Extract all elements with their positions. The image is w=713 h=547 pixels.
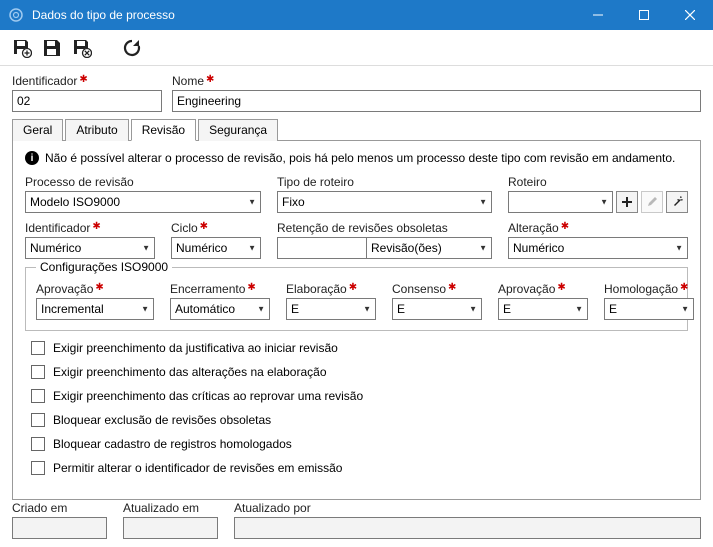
tab-panel-revisao: i Não é possível alterar o processo de r… — [12, 140, 701, 500]
tab-atributo[interactable]: Atributo — [65, 119, 128, 141]
required-icon: ✱ — [95, 282, 103, 293]
check-criticas[interactable] — [31, 389, 45, 403]
alteracao-select[interactable] — [508, 237, 688, 259]
roteiro-edit-button — [641, 191, 663, 213]
identificador-input[interactable] — [12, 90, 162, 112]
check-justificativa-label: Exigir preenchimento da justificativa ao… — [53, 341, 338, 355]
iso-consenso-select[interactable] — [392, 298, 482, 320]
processo-select[interactable] — [25, 191, 261, 213]
roteiro-add-button[interactable] — [616, 191, 638, 213]
atualizado-em-label: Atualizado em — [123, 501, 199, 515]
required-icon: ✱ — [206, 74, 214, 85]
identificador2-select[interactable] — [25, 237, 155, 259]
required-icon: ✱ — [92, 221, 100, 232]
maximize-button[interactable] — [621, 0, 667, 30]
app-icon — [8, 7, 24, 23]
iso-aprovacao2-label: Aprovação — [498, 282, 555, 296]
atualizado-por-input — [234, 517, 701, 539]
nome-label: Nome — [172, 74, 204, 88]
retencao-unit-select[interactable] — [367, 237, 492, 259]
tab-seguranca[interactable]: Segurança — [198, 119, 278, 141]
identificador-label: Identificador — [12, 74, 77, 88]
check-criticas-label: Exigir preenchimento das críticas ao rep… — [53, 389, 363, 403]
criado-input — [12, 517, 107, 539]
save-and-close-button[interactable] — [70, 36, 94, 60]
iso-encerramento-select[interactable] — [170, 298, 270, 320]
required-icon: ✱ — [79, 74, 87, 85]
check-justificativa[interactable] — [31, 341, 45, 355]
iso-consenso-label: Consenso — [392, 282, 446, 296]
iso-aprovacao1-label: Aprovação — [36, 282, 93, 296]
info-icon: i — [25, 151, 39, 165]
required-icon: ✱ — [200, 221, 208, 232]
minimize-button[interactable] — [575, 0, 621, 30]
required-icon: ✱ — [448, 282, 456, 293]
required-icon: ✱ — [680, 282, 688, 293]
iso-legend: Configurações ISO9000 — [36, 260, 172, 274]
iso-aprovacao2-select[interactable] — [498, 298, 588, 320]
required-icon: ✱ — [557, 282, 565, 293]
roteiro-label: Roteiro — [508, 175, 547, 189]
retencao-label: Retenção de revisões obsoletas — [277, 221, 448, 235]
toolbar — [0, 30, 713, 66]
ciclo-label: Ciclo — [171, 221, 198, 235]
criado-label: Criado em — [12, 501, 67, 515]
iso-elaboracao-label: Elaboração — [286, 282, 347, 296]
save-and-new-button[interactable] — [10, 36, 34, 60]
check-bloquear-cadastro[interactable] — [31, 437, 45, 451]
required-icon: ✱ — [247, 282, 255, 293]
footer: Criado em Atualizado em Atualizado por — [12, 501, 701, 539]
iso-fieldset: Configurações ISO9000 Aprovação✱ Encerra… — [25, 267, 688, 331]
alteracao-label: Alteração — [508, 221, 559, 235]
required-icon: ✱ — [349, 282, 357, 293]
roteiro-wizard-button[interactable] — [666, 191, 688, 213]
tipo-roteiro-label: Tipo de roteiro — [277, 175, 354, 189]
check-permitir-alterar[interactable] — [31, 461, 45, 475]
identificador2-label: Identificador — [25, 221, 90, 235]
tabs: Geral Atributo Revisão Segurança — [12, 118, 701, 140]
window-title: Dados do tipo de processo — [32, 8, 575, 22]
titlebar: Dados do tipo de processo — [0, 0, 713, 30]
ciclo-select[interactable] — [171, 237, 261, 259]
tab-geral[interactable]: Geral — [12, 119, 63, 141]
iso-encerramento-label: Encerramento — [170, 282, 245, 296]
check-alteracoes-label: Exigir preenchimento das alterações na e… — [53, 365, 327, 379]
check-bloquear-exclusao[interactable] — [31, 413, 45, 427]
check-bloquear-cadastro-label: Bloquear cadastro de registros homologad… — [53, 437, 292, 451]
nome-input[interactable] — [172, 90, 701, 112]
iso-homologacao-select[interactable] — [604, 298, 694, 320]
retencao-input[interactable] — [277, 237, 367, 259]
processo-label: Processo de revisão — [25, 175, 134, 189]
check-alteracoes[interactable] — [31, 365, 45, 379]
refresh-button[interactable] — [120, 36, 144, 60]
iso-aprovacao1-select[interactable] — [36, 298, 154, 320]
atualizado-em-input — [123, 517, 218, 539]
required-icon: ✱ — [561, 221, 569, 232]
roteiro-select[interactable] — [508, 191, 613, 213]
tipo-roteiro-select[interactable] — [277, 191, 492, 213]
tab-revisao[interactable]: Revisão — [131, 119, 196, 141]
atualizado-por-label: Atualizado por — [234, 501, 311, 515]
info-text: Não é possível alterar o processo de rev… — [45, 151, 675, 165]
iso-elaboracao-select[interactable] — [286, 298, 376, 320]
save-button[interactable] — [40, 36, 64, 60]
check-bloquear-exclusao-label: Bloquear exclusão de revisões obsoletas — [53, 413, 271, 427]
iso-homologacao-label: Homologação — [604, 282, 678, 296]
close-button[interactable] — [667, 0, 713, 30]
check-permitir-alterar-label: Permitir alterar o identificador de revi… — [53, 461, 342, 475]
